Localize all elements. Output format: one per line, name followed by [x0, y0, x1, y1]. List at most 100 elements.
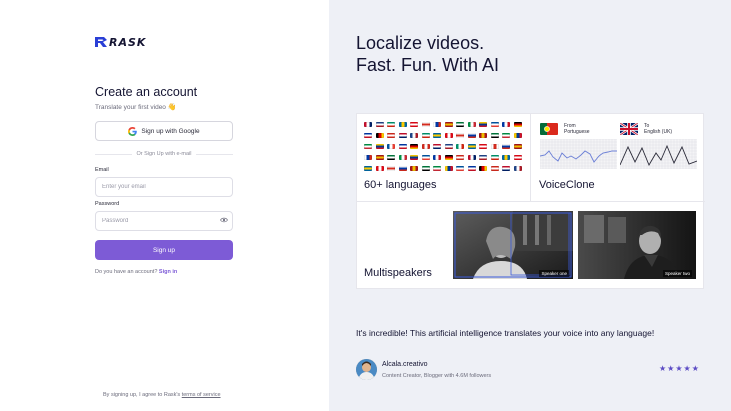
- from-language: Portuguese: [564, 129, 590, 135]
- author-photo: [356, 359, 377, 380]
- language-flag-icon: [398, 155, 407, 160]
- show-password-icon[interactable]: [220, 217, 228, 223]
- language-flag-icon: [421, 133, 430, 138]
- language-flag-icon: [513, 122, 522, 127]
- speaker-one-label: Speaker one: [539, 270, 569, 277]
- uk-flag-icon: [620, 123, 638, 135]
- language-flag-icon: [479, 133, 487, 138]
- divider-text: Or Sign Up with e-mail: [136, 151, 192, 157]
- promo-headline: Localize videos. Fast. Fun. With AI: [356, 32, 499, 76]
- language-flag-icon: [375, 166, 384, 171]
- to-language: English (UK): [644, 129, 673, 135]
- language-flag-icon: [490, 144, 499, 149]
- language-flag-icon: [467, 133, 476, 138]
- language-flag-icon: [513, 133, 522, 138]
- language-flag-icon: [410, 122, 418, 127]
- multispeakers-title: Multispeakers: [364, 267, 432, 279]
- language-flag-icon: [387, 144, 395, 149]
- language-flag-icon: [490, 122, 499, 127]
- language-flag-icon: [456, 166, 464, 171]
- language-flag-icon: [479, 144, 487, 149]
- email-label: Email: [95, 167, 109, 173]
- sign-in-link[interactable]: Sign in: [159, 269, 177, 275]
- language-flag-icon: [364, 155, 372, 160]
- language-flag-icon: [364, 166, 372, 171]
- language-flag-icon: [467, 144, 476, 149]
- speaker-two-photo: Speaker two: [578, 211, 696, 279]
- page-title: Create an account: [95, 85, 198, 99]
- sign-up-button[interactable]: Sign up: [95, 240, 233, 260]
- terms-of-service-link[interactable]: terms of service: [182, 392, 221, 398]
- language-flag-icon: [410, 166, 418, 171]
- language-flag-icon: [375, 133, 384, 138]
- cloned-voice-waveform: [620, 139, 697, 169]
- language-flag-icon: [467, 166, 476, 171]
- language-flag-icon: [375, 144, 384, 149]
- password-field[interactable]: [95, 211, 233, 231]
- language-flag-icon: [502, 122, 510, 127]
- page-subtitle: Translate your first video 👋: [95, 103, 176, 111]
- password-label: Password: [95, 201, 120, 207]
- language-flag-icon: [479, 155, 487, 160]
- language-flag-icon: [490, 133, 499, 138]
- language-flag-icon: [433, 122, 441, 127]
- language-flag-icon: [456, 133, 464, 138]
- language-flag-icon: [364, 133, 372, 138]
- language-flag-icon: [433, 144, 441, 149]
- language-flag-icon: [398, 144, 407, 149]
- language-flag-icon: [513, 166, 522, 171]
- headline-line-2: Fast. Fun. With AI: [356, 55, 500, 75]
- language-flag-icon: [502, 166, 510, 171]
- divider-line: [195, 153, 233, 155]
- language-flag-icon: [467, 155, 476, 160]
- have-account-line: Do you have an account? Sign in: [95, 269, 177, 275]
- language-flag-icon: [387, 155, 395, 160]
- rask-logo[interactable]: RASK: [95, 35, 147, 49]
- language-flag-icon: [456, 144, 464, 149]
- language-flag-icon: [479, 122, 487, 127]
- google-signup-label: Sign up with Google: [141, 127, 200, 135]
- terms-text: By signing up, I agree to Rask's: [103, 392, 181, 398]
- voiceclone-to: To English (UK): [644, 123, 672, 135]
- language-flag-icon: [433, 133, 441, 138]
- language-flag-icon: [513, 155, 522, 160]
- signup-panel: RASK Create an account Translate your fi…: [0, 0, 329, 411]
- language-flag-icon: [410, 155, 418, 160]
- language-flag-icon: [502, 133, 510, 138]
- language-flag-icon: [398, 122, 407, 127]
- language-flag-icon: [502, 155, 510, 160]
- promo-panel: Localize videos. Fast. Fun. With AI 60+ …: [329, 0, 731, 411]
- language-flag-icon: [421, 122, 430, 127]
- subtitle-text: Translate your first video: [95, 104, 166, 111]
- voiceclone-card: From Portuguese To English (UK) VoiceClo…: [531, 114, 705, 202]
- voiceclone-title: VoiceClone: [539, 179, 595, 191]
- email-field[interactable]: [95, 177, 233, 197]
- language-flag-icon: [387, 122, 395, 127]
- language-flag-icon: [479, 166, 487, 171]
- language-flag-icon: [375, 155, 384, 160]
- source-voice-waveform: [540, 139, 617, 169]
- google-icon: [128, 126, 138, 136]
- headline-line-1: Localize videos.: [356, 33, 485, 53]
- portugal-flag-icon: [540, 123, 558, 135]
- language-flag-icon: [398, 166, 407, 171]
- language-flag-icon: [375, 122, 384, 127]
- language-flag-icon: [433, 155, 441, 160]
- language-flag-icon: [421, 155, 430, 160]
- rask-logo-text: RASK: [109, 35, 147, 49]
- divider-line: [95, 153, 133, 155]
- language-flag-icon: [410, 144, 418, 149]
- feature-grid: 60+ languages From Portuguese To English…: [356, 113, 705, 289]
- voiceclone-from: From Portuguese: [564, 123, 590, 135]
- language-flag-icon: [456, 155, 464, 160]
- language-flag-icon: [444, 166, 453, 171]
- google-signup-button[interactable]: Sign up with Google: [95, 121, 233, 141]
- testimonial-quote: It's incredible! This artificial intelli…: [356, 328, 655, 338]
- language-flag-icon: [421, 144, 430, 149]
- language-flag-icon: [433, 166, 441, 171]
- language-flag-icon: [467, 122, 476, 127]
- language-flag-icon: [444, 144, 453, 149]
- language-flag-icon: [410, 133, 418, 138]
- language-flag-icon: [387, 133, 395, 138]
- languages-title: 60+ languages: [364, 179, 437, 191]
